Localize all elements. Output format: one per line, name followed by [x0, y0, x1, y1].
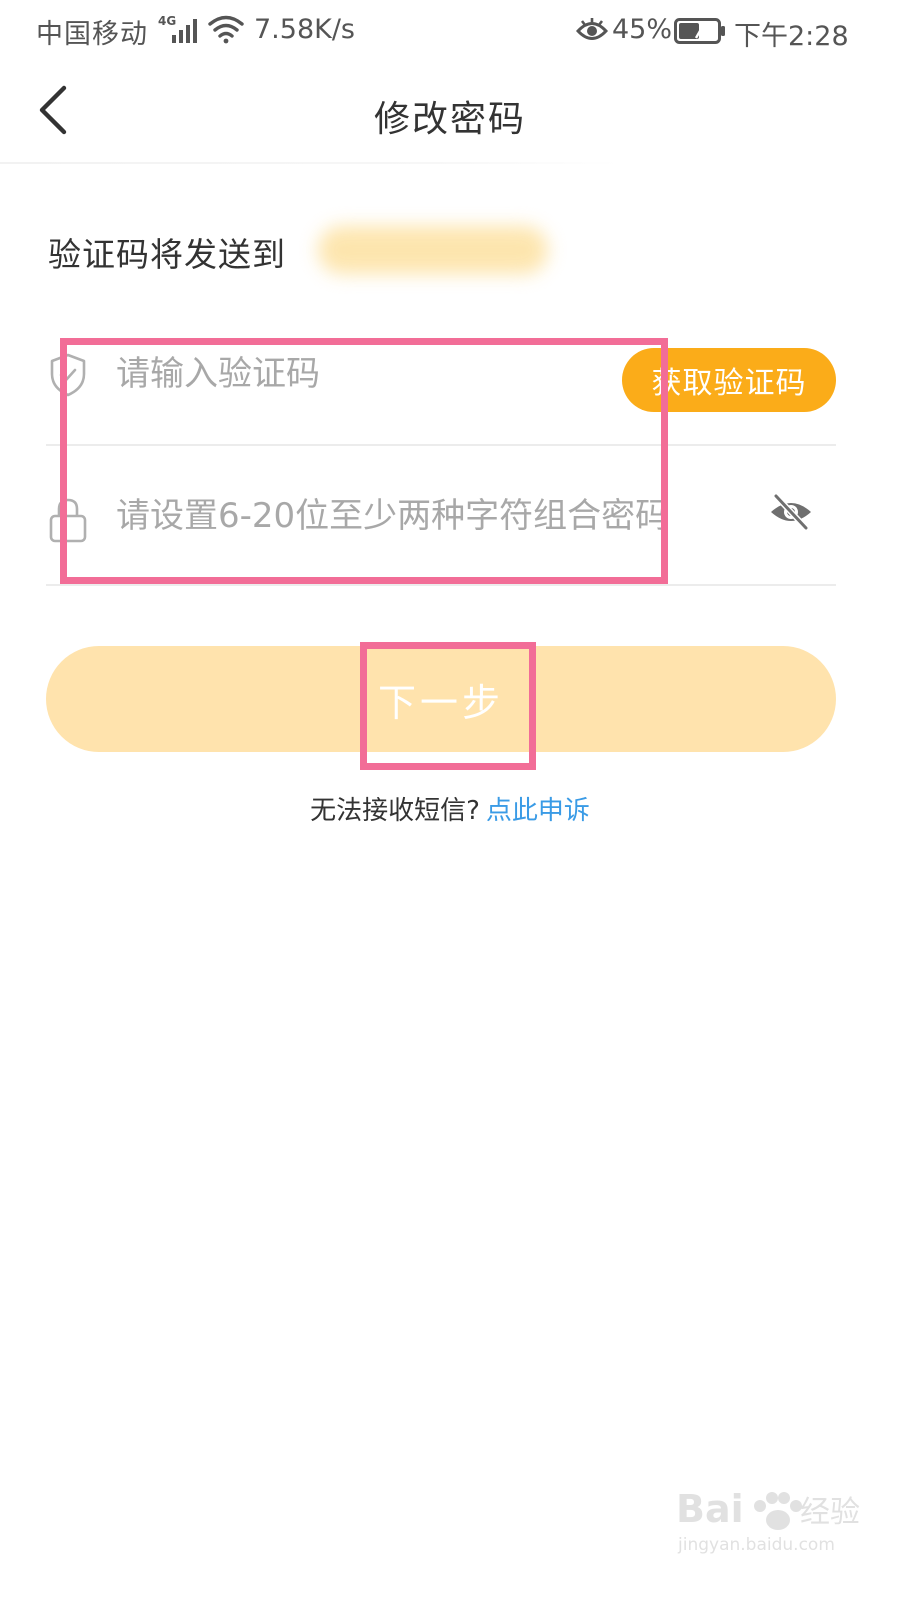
verification-code-row: 获取验证码	[46, 306, 836, 446]
lock-icon	[49, 498, 87, 543]
nav-bar: 修改密码	[0, 62, 900, 162]
status-bar: 中国移动 4G 7.58K/s 45% 下午2:28	[0, 0, 900, 62]
battery-icon	[674, 18, 725, 44]
next-step-button[interactable]: 下一步	[46, 646, 836, 752]
wifi-icon	[208, 15, 244, 44]
verification-code-input[interactable]	[116, 344, 636, 404]
sms-help-text: 无法接收短信?	[310, 796, 480, 826]
watermark-url: jingyan.baidu.com	[677, 1535, 835, 1555]
password-input[interactable]	[116, 486, 736, 546]
eye-off-icon	[771, 493, 811, 531]
battery-percent: 45%	[612, 14, 673, 45]
carrier-label: 中国移动	[36, 19, 148, 50]
watermark-brand: Bai	[676, 1487, 744, 1531]
masked-phone-number	[318, 226, 548, 274]
appeal-link[interactable]: 点此申诉	[486, 796, 590, 826]
clock: 下午2:28	[734, 21, 849, 52]
eye-comfort-icon	[576, 18, 608, 40]
paw-icon	[754, 1492, 802, 1530]
page-title: 修改密码	[373, 99, 526, 140]
row-divider	[46, 584, 836, 586]
send-to-hint: 验证码将发送到	[48, 235, 286, 274]
get-code-button[interactable]: 获取验证码	[622, 348, 836, 412]
nav-divider	[0, 162, 620, 164]
shield-check-icon	[50, 353, 86, 397]
signal-icon	[172, 19, 197, 43]
baidu-jingyan-watermark: Bai 经验 jingyan.baidu.com	[676, 1487, 860, 1555]
sms-help-line: 无法接收短信? 点此申诉	[0, 790, 900, 827]
password-row	[46, 446, 836, 586]
password-visibility-toggle[interactable]	[768, 492, 814, 532]
network-speed: 7.58K/s	[254, 14, 355, 45]
watermark-brand-tail: 经验	[800, 1495, 860, 1530]
